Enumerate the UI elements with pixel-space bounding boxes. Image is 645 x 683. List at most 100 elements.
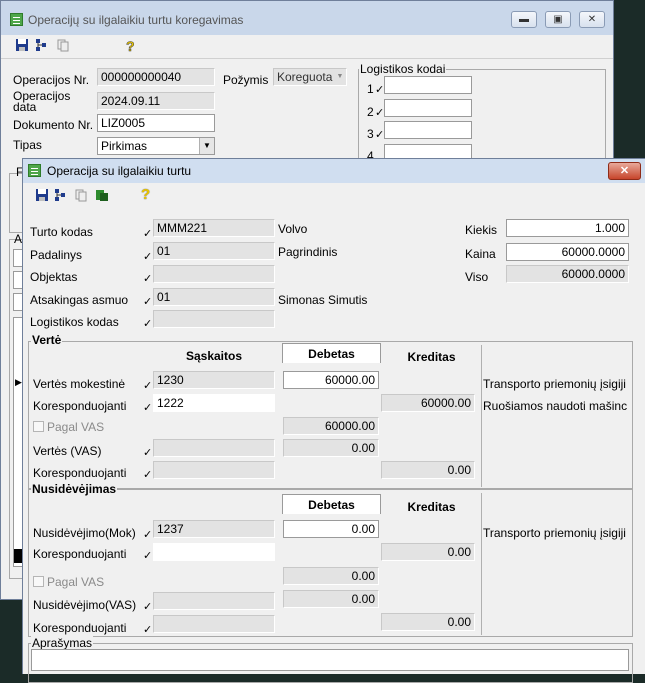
- type-select-value: Pirkimas: [101, 139, 148, 153]
- qty-field[interactable]: 1.000: [506, 219, 629, 237]
- dep-vas-checkbox[interactable]: [33, 576, 44, 587]
- object-field[interactable]: [153, 265, 275, 283]
- dept-name: Pagrindinis: [278, 245, 338, 259]
- value-tax-desc: Transporto priemonių įsigiji: [483, 377, 626, 391]
- pozymis-label: Požymis: [223, 73, 269, 87]
- value-tax-debit[interactable]: 60000.00: [283, 371, 379, 389]
- value-corr-account[interactable]: 1222: [153, 394, 275, 412]
- back-window-title: Operacijų su ilgalaikiu turtu koregavima…: [28, 13, 244, 27]
- responsible-label: Atsakingas asmuo: [30, 293, 129, 307]
- help-icon[interactable]: ?: [141, 186, 150, 203]
- op-date-label: Operacijos data: [13, 89, 71, 114]
- paste-icon[interactable]: [95, 188, 109, 202]
- pozymis-select[interactable]: Koreguota ▼: [273, 68, 347, 86]
- pozymis-select-value: Koreguota: [277, 70, 333, 84]
- value-corr-credit[interactable]: 60000.00: [381, 394, 475, 412]
- dep-vas-row-debit[interactable]: 0.00: [283, 590, 379, 608]
- dep-tax-label: Nusidėvėjimo(Mok): [33, 526, 136, 540]
- help-icon[interactable]: ?: [123, 38, 137, 52]
- chevron-down-icon[interactable]: ▼: [334, 69, 346, 85]
- logistics-group-title: Logistikos kodai: [359, 62, 447, 76]
- close-button[interactable]: ✕: [579, 11, 605, 28]
- description-label: Aprašymas: [31, 636, 94, 650]
- value-tax-account[interactable]: 1230: [153, 371, 275, 389]
- op-date-field: 2024.09.11: [97, 92, 215, 110]
- dep-corr-account[interactable]: [153, 543, 275, 561]
- value-vas-row-label: Vertės (VAS): [33, 444, 102, 458]
- logistics-row-2-num: 2: [367, 105, 374, 119]
- dep-corr-credit[interactable]: 0.00: [381, 543, 475, 561]
- type-select[interactable]: Pirkimas ▼: [97, 137, 215, 155]
- row-pointer-icon: ▶: [15, 377, 22, 387]
- save-icon[interactable]: [35, 188, 49, 202]
- value-vas-checkbox[interactable]: [33, 421, 44, 432]
- doc-nr-field[interactable]: LIZ0005: [97, 114, 215, 132]
- dep-corr-label: Koresponduojanti: [33, 547, 127, 561]
- value-corr-desc: Ruošiamos naudoti mašinc: [483, 399, 628, 413]
- check-icon: [143, 449, 152, 458]
- asset-code-label: Turto kodas: [30, 225, 93, 239]
- dep-vas-label: Pagal VAS: [47, 575, 105, 589]
- value-vas-label: Pagal VAS: [47, 420, 105, 434]
- logistics-row-2-field[interactable]: [384, 99, 472, 117]
- price-field[interactable]: 60000.0000: [506, 243, 629, 261]
- value-vas-row-debit[interactable]: 0.00: [283, 439, 379, 457]
- svg-text:?: ?: [126, 38, 135, 52]
- logistics-code-field[interactable]: [153, 310, 275, 328]
- value-vas-corr-credit[interactable]: 0.00: [381, 461, 475, 479]
- value-vas-account[interactable]: [153, 439, 275, 457]
- logistics-row-1-field[interactable]: [384, 76, 472, 94]
- dept-field[interactable]: 01: [153, 242, 275, 260]
- doc-nr-label: Dokumento Nr.: [13, 118, 94, 132]
- description-field[interactable]: [31, 649, 629, 671]
- value-vas-debit: 60000.00: [283, 417, 379, 435]
- check-icon: [143, 552, 152, 561]
- close-button[interactable]: ✕: [608, 162, 641, 180]
- check-icon: [143, 320, 152, 329]
- value-vas-corr-label: Koresponduojanti: [33, 466, 127, 480]
- asset-code-field[interactable]: MMM221: [153, 219, 275, 237]
- dep-vas-corr-credit[interactable]: 0.00: [381, 613, 475, 631]
- copy-icon[interactable]: [56, 38, 70, 52]
- op-nr-field: 000000000040: [97, 68, 215, 86]
- value-group-title: Vertė: [31, 333, 63, 347]
- total-field: 60000.0000: [506, 265, 629, 283]
- dep-tax-debit[interactable]: 0.00: [283, 520, 379, 538]
- logistics-row-3-field[interactable]: [384, 121, 472, 139]
- dep-tax-account[interactable]: 1237: [153, 520, 275, 538]
- col-accounts-header: Sąskaitos: [185, 349, 243, 363]
- dep-vas-account[interactable]: [153, 592, 275, 610]
- chevron-down-icon[interactable]: ▼: [199, 138, 214, 154]
- value-vas-corr-account[interactable]: [153, 461, 275, 479]
- value-tax-label: Vertės mokestinė: [33, 377, 126, 391]
- qty-label: Kiekis: [465, 223, 498, 237]
- dep-col-debit-header: Debetas: [282, 494, 381, 514]
- dep-vas-row-label: Nusidėvėjimo(VAS): [33, 598, 137, 612]
- price-label: Kaina: [465, 247, 496, 261]
- app-icon: [10, 13, 23, 26]
- save-icon[interactable]: [15, 38, 29, 52]
- copy-icon[interactable]: [74, 188, 88, 202]
- check-icon: [375, 131, 384, 140]
- front-title-bar: Operacija su ilgalaikiu turtu ✕: [23, 159, 645, 183]
- front-window-title: Operacija su ilgalaikiu turtu: [47, 164, 192, 178]
- check-icon: [143, 298, 152, 307]
- responsible-field[interactable]: 01: [153, 288, 275, 306]
- logistics-row-3-num: 3: [367, 127, 374, 141]
- minimize-button[interactable]: ▬: [511, 11, 537, 28]
- back-title-bar: Operacijų su ilgalaikiu turtu koregavima…: [1, 1, 613, 35]
- app-icon: [28, 164, 41, 177]
- check-icon: [143, 471, 152, 480]
- check-icon: [143, 626, 152, 635]
- check-icon: [143, 404, 152, 413]
- check-icon: [143, 253, 152, 262]
- depreciation-group-title: Nusidėvėjimas: [31, 482, 118, 496]
- tree-icon[interactable]: [35, 38, 49, 52]
- maximize-button[interactable]: ▣: [545, 11, 571, 28]
- check-icon: [143, 230, 152, 239]
- dep-vas-corr-account[interactable]: [153, 615, 275, 633]
- col-credit-header: Kreditas: [407, 350, 456, 364]
- responsible-name: Simonas Simutis: [278, 293, 368, 307]
- front-toolbar: ?: [23, 183, 644, 207]
- tree-icon[interactable]: [54, 188, 68, 202]
